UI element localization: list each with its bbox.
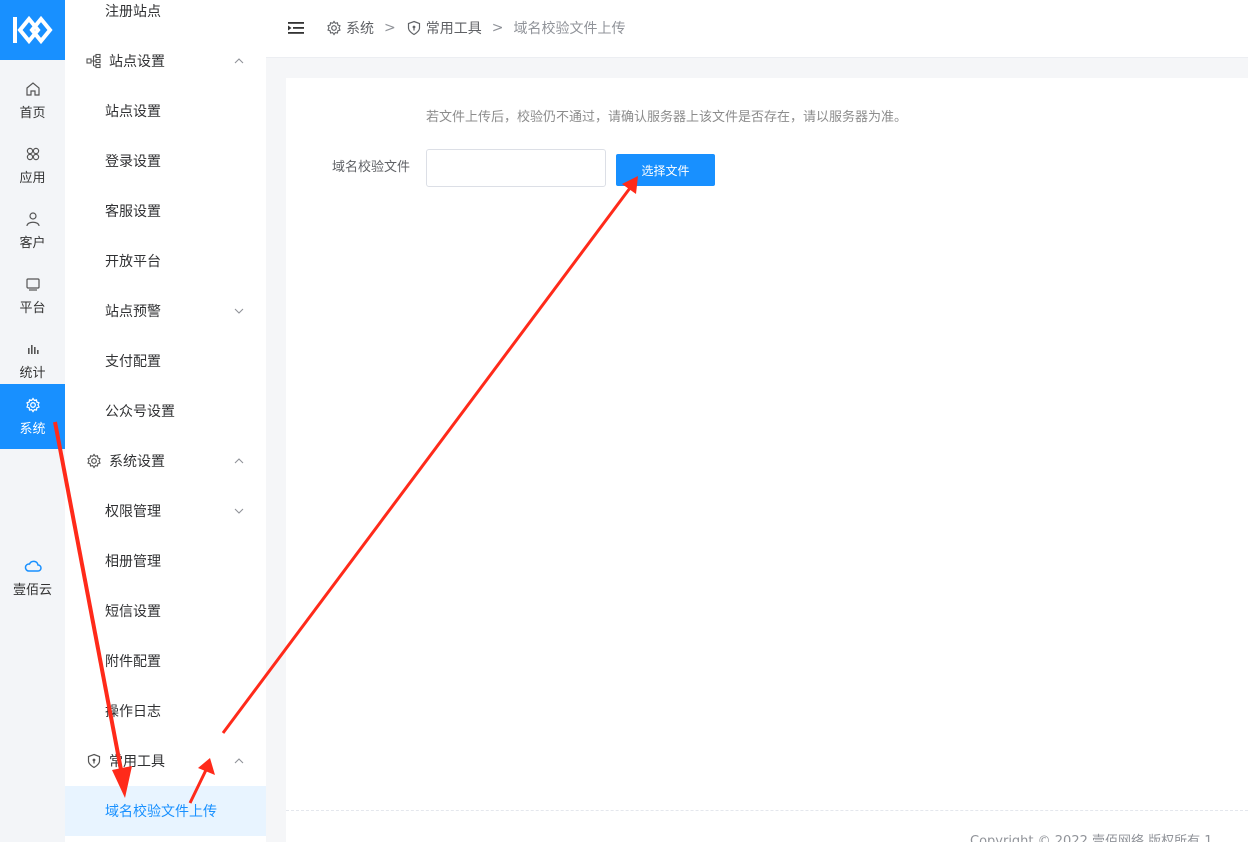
logo-icon (12, 15, 53, 45)
rail-item-home[interactable]: 首页 (0, 68, 65, 133)
chevron-up-icon (234, 758, 244, 764)
sitemap-icon (86, 53, 102, 69)
breadcrumb-item-current: 域名校验文件上传 (513, 21, 626, 37)
rail-item-platform[interactable]: 平台 (0, 263, 65, 328)
breadcrumb-item-tools[interactable]: 常用工具 (406, 18, 482, 38)
stats-icon (24, 340, 42, 358)
gear-icon (24, 396, 42, 414)
menu-group-system-settings[interactable]: 系统设置 (65, 436, 266, 486)
rail-item-label: 平台 (19, 301, 46, 316)
chevron-up-icon (234, 458, 244, 464)
rail-item-label: 应用 (19, 171, 46, 186)
menu-item-site-settings[interactable]: 站点设置 (65, 86, 266, 136)
menu-item-service-settings[interactable]: 客服设置 (65, 186, 266, 236)
left-rail: 首页 应用 客户 平台 统计 系统 壹佰云 (0, 0, 65, 842)
rail-item-cloud[interactable]: 壹佰云 (0, 545, 65, 610)
menu-item-domain-verify-upload[interactable]: 域名校验文件上传 (65, 786, 266, 836)
gear-icon (326, 20, 342, 36)
menu-item-register-site[interactable]: 注册站点 (65, 0, 266, 36)
copyright-text: Copyright © 2022 壹佰网络 版权所有 1 (970, 834, 1213, 842)
rail-item-label: 客户 (19, 236, 46, 251)
rail-item-apps[interactable]: 应用 (0, 133, 65, 198)
domain-verify-file-label: 域名校验文件 (332, 160, 411, 175)
cloud-icon (24, 557, 42, 575)
rail-item-label: 统计 (19, 366, 46, 381)
top-header: 系统 > 常用工具 > 域名校验文件上传 (266, 0, 1248, 58)
menu-item-attachment-config[interactable]: 附件配置 (65, 636, 266, 686)
footer-divider (286, 810, 1248, 811)
rail-item-system[interactable]: 系统 (0, 384, 65, 449)
upload-hint-text: 若文件上传后，校验仍不通过，请确认服务器上该文件是否存在，请以服务器为准。 (426, 110, 908, 125)
file-path-input[interactable] (426, 149, 606, 187)
menu-item-open-platform[interactable]: 开放平台 (65, 236, 266, 286)
breadcrumb-item-system[interactable]: 系统 (326, 18, 374, 38)
menu-item-official-account[interactable]: 公众号设置 (65, 386, 266, 436)
menu-item-site-alert[interactable]: 站点预警 (65, 286, 266, 336)
menu-item-operation-log[interactable]: 操作日志 (65, 686, 266, 736)
apps-icon (24, 145, 42, 163)
user-icon (24, 210, 42, 228)
gear-icon (86, 453, 102, 469)
menu-group-site-settings[interactable]: 站点设置 (65, 36, 266, 86)
rail-item-customer[interactable]: 客户 (0, 198, 65, 263)
rail-item-label: 壹佰云 (12, 583, 52, 598)
menu-item-login-settings[interactable]: 登录设置 (65, 136, 266, 186)
breadcrumb-separator: > (384, 20, 396, 36)
shield-icon (406, 20, 422, 36)
breadcrumb-separator: > (491, 20, 504, 36)
sub-menu: 注册站点 站点设置 站点设置 登录设置 客服设置 开放平台 站点预警 支付配置 … (65, 0, 266, 842)
menu-item-payment-config[interactable]: 支付配置 (65, 336, 266, 386)
home-icon (24, 80, 42, 98)
chevron-up-icon (234, 58, 244, 64)
select-file-button[interactable]: 选择文件 (616, 154, 715, 186)
breadcrumb: 系统 > 常用工具 > 域名校验文件上传 (326, 18, 625, 38)
menu-toggle-icon[interactable] (288, 21, 304, 35)
menu-group-common-tools[interactable]: 常用工具 (65, 736, 266, 786)
rail-item-label: 首页 (19, 106, 46, 121)
shield-icon (86, 753, 102, 769)
rail-item-label: 系统 (19, 422, 46, 437)
menu-item-sms-settings[interactable]: 短信设置 (65, 586, 266, 636)
chevron-down-icon (234, 508, 244, 514)
menu-item-permissions[interactable]: 权限管理 (65, 486, 266, 536)
main-panel: 若文件上传后，校验仍不通过，请确认服务器上该文件是否存在，请以服务器为准。 域名… (286, 78, 1248, 842)
platform-icon (24, 275, 42, 293)
logo[interactable] (0, 0, 65, 60)
menu-item-album[interactable]: 相册管理 (65, 536, 266, 586)
chevron-down-icon (234, 308, 244, 314)
